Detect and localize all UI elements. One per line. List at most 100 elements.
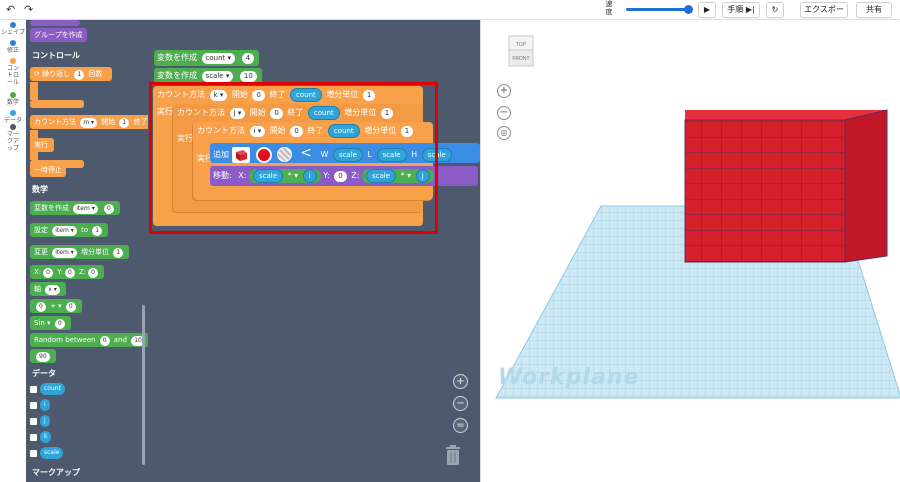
- category-dot-icon: [10, 124, 16, 130]
- arithmetic-block[interactable]: 0 + ▾ 0: [30, 299, 82, 313]
- workplane-label: Workplane: [498, 365, 640, 390]
- math-var-create-block[interactable]: 変数を作成 item ▾ 0: [30, 201, 120, 215]
- step-button[interactable]: 手順 ▶|: [722, 2, 760, 18]
- speed-slider-track[interactable]: [626, 8, 688, 11]
- repeat-unit-label: 回数: [88, 70, 103, 78]
- var-checkbox-j[interactable]: [30, 418, 37, 425]
- arith-op-dropdown[interactable]: + ▾: [50, 302, 62, 310]
- count-do-label: 実行: [30, 138, 54, 152]
- step-icon: ▶|: [745, 5, 755, 14]
- play-button[interactable]: ▶: [698, 2, 716, 18]
- count-var-value: m: [83, 119, 90, 126]
- reset-button[interactable]: ↻: [766, 2, 784, 18]
- count-block[interactable]: カウント方法 m ▾ 開始 1 終了: [30, 115, 148, 129]
- math-section-title: 数学: [32, 185, 48, 194]
- arith-op-value: +: [50, 302, 56, 310]
- category-dot-icon: [10, 22, 16, 28]
- var-name: scale: [205, 72, 224, 80]
- xyz-z-label: Z:: [79, 268, 87, 276]
- arith-left-field[interactable]: 0: [36, 302, 46, 312]
- sin-value[interactable]: 0: [54, 319, 65, 329]
- sin-label: Sin: [34, 319, 45, 327]
- var-checkbox-i[interactable]: [30, 402, 37, 409]
- axis-dropdown[interactable]: x ▾: [45, 285, 60, 295]
- category-dot-icon: [10, 58, 16, 64]
- sin-dropdown[interactable]: Sin ▾: [34, 319, 51, 327]
- data-section-title: データ: [32, 369, 56, 378]
- change-value[interactable]: 1: [113, 248, 124, 258]
- set-dropdown[interactable]: item ▾: [52, 226, 77, 236]
- count-var-dropdown[interactable]: m ▾: [80, 118, 98, 128]
- red-cube-wall[interactable]: [681, 106, 891, 266]
- var-checkbox-count[interactable]: [30, 386, 37, 393]
- random-label: Random between: [34, 336, 96, 344]
- var-pill-j[interactable]: j: [40, 415, 50, 427]
- group-block[interactable]: グループを作成: [30, 28, 87, 42]
- share-button[interactable]: 共有: [856, 2, 892, 18]
- trash-icon[interactable]: [444, 444, 462, 466]
- axis-block[interactable]: 軸 x ▾: [30, 282, 66, 296]
- math-change-block[interactable]: 変更 item ▾ 増分単位 1: [30, 245, 130, 259]
- xyz-block[interactable]: X: 0 Y: 0 Z: 0: [30, 265, 104, 279]
- recenter-icon[interactable]: =: [453, 418, 468, 433]
- random-min-field[interactable]: 0: [99, 336, 110, 346]
- random-block[interactable]: Random between 0 and 10: [30, 333, 148, 347]
- speed-slider-knob[interactable]: [684, 5, 693, 14]
- random-and-label: and: [113, 336, 127, 344]
- var-checkbox-scale[interactable]: [30, 450, 37, 457]
- change-dropdown[interactable]: item ▾: [52, 248, 77, 258]
- count-from-label: 開始: [101, 118, 116, 126]
- var-value-field[interactable]: 4: [241, 53, 255, 64]
- count-from-field[interactable]: 1: [119, 118, 130, 128]
- repeat-block[interactable]: ⟳ 繰り返し 1 回数: [30, 67, 112, 81]
- var-create-value[interactable]: 0: [103, 204, 114, 214]
- category-dot-icon: [10, 92, 16, 98]
- var-block-count[interactable]: 変数を作成 count ▾ 4: [154, 50, 260, 66]
- code-workspace[interactable]: 変数を作成 count ▾ 4 変数を作成 scale ▾ 10 カウント方法 …: [148, 20, 480, 482]
- math-set-block[interactable]: 設定 item ▾ to 1: [30, 223, 109, 237]
- number-block[interactable]: 90: [30, 349, 56, 363]
- category-label: 修正: [6, 47, 19, 54]
- var-pill-count[interactable]: count: [40, 383, 65, 395]
- category-control[interactable]: コントロール: [0, 58, 26, 86]
- export-button[interactable]: エクスポート: [800, 2, 848, 28]
- arith-right-field[interactable]: 0: [65, 302, 76, 312]
- set-label: 設定: [34, 226, 48, 234]
- xyz-x-label: X:: [34, 268, 42, 276]
- xyz-y-field[interactable]: 0: [64, 268, 75, 278]
- var-pill-i[interactable]: i: [40, 399, 50, 411]
- category-label: シェイプ: [0, 29, 25, 36]
- pause-block[interactable]: 一時停止: [30, 163, 66, 177]
- var-checkbox-k[interactable]: [30, 434, 37, 441]
- category-modify[interactable]: 修正: [0, 40, 26, 54]
- category-math[interactable]: 数学: [0, 92, 26, 106]
- var-value-field[interactable]: 10: [239, 71, 257, 82]
- repeat-count-field[interactable]: 1: [74, 70, 85, 80]
- var-create-dropdown[interactable]: item ▾: [73, 204, 98, 214]
- palette-scrollbar[interactable]: [142, 305, 145, 465]
- var-create-label: 変数を作成: [34, 204, 69, 212]
- undo-arrow-icon[interactable]: ↶: [6, 3, 15, 16]
- number-field[interactable]: 90: [36, 352, 50, 362]
- var-pill-scale[interactable]: scale: [40, 447, 64, 459]
- palette-block-partial[interactable]: [30, 20, 80, 26]
- category-shapes[interactable]: シェイプ: [0, 22, 26, 36]
- category-data[interactable]: データ: [0, 110, 26, 124]
- markup-section-title: マークアップ: [32, 468, 80, 477]
- zoom-in-icon[interactable]: +: [453, 374, 468, 389]
- var-dropdown[interactable]: count ▾: [201, 53, 236, 64]
- axis-label: 軸: [34, 285, 41, 293]
- sin-block[interactable]: Sin ▾ 0: [30, 316, 71, 330]
- repeat-block-body: [30, 82, 38, 100]
- category-markup[interactable]: マークアップ: [0, 124, 26, 152]
- xyz-z-field[interactable]: 0: [88, 268, 98, 278]
- xyz-x-field[interactable]: 0: [43, 268, 53, 278]
- var-pill-k[interactable]: k: [40, 431, 52, 443]
- zoom-out-icon[interactable]: −: [453, 396, 468, 411]
- 3d-viewport[interactable]: TOP FRONT + − ◎ Workplane: [480, 20, 900, 482]
- var-dropdown[interactable]: scale ▾: [201, 71, 234, 82]
- set-value[interactable]: 1: [92, 226, 103, 236]
- redo-arrow-icon[interactable]: ↷: [24, 3, 33, 16]
- var-name: count: [205, 54, 226, 62]
- var-create-label: 変数を作成: [157, 71, 197, 80]
